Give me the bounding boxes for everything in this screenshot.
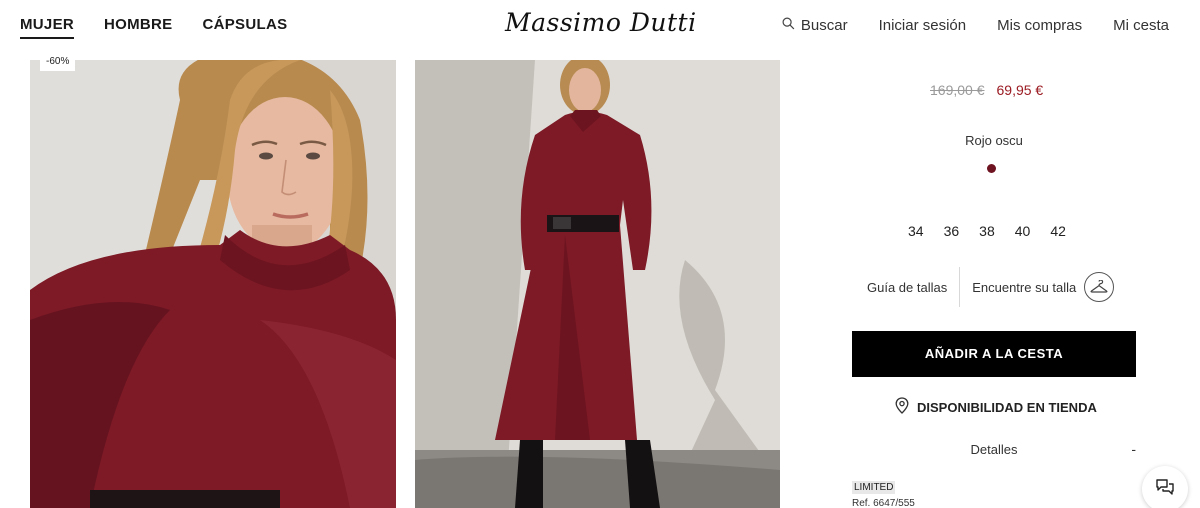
color-name: Rojo oscu [965, 133, 1023, 148]
search-icon [782, 17, 795, 34]
product-reference: Ref. 6647/555 [852, 498, 915, 508]
location-pin-icon [895, 397, 909, 417]
size-option[interactable]: 34 [908, 223, 924, 239]
sale-price: 69,95 € [996, 82, 1044, 98]
nav-capsulas[interactable]: CÁPSULAS [202, 16, 287, 39]
orders-link[interactable]: Mis compras [997, 17, 1082, 34]
add-to-cart-button[interactable]: AÑADIR A LA CESTA [852, 331, 1136, 377]
chat-icon [1155, 478, 1175, 501]
size-guide-link[interactable]: Guía de tallas [867, 280, 959, 295]
size-option[interactable]: 40 [1015, 223, 1031, 239]
product-image-fullbody[interactable] [415, 60, 780, 508]
search-label: Buscar [800, 17, 848, 34]
size-option[interactable]: 36 [944, 223, 960, 239]
size-option[interactable]: 38 [979, 223, 995, 239]
nav-hombre[interactable]: HOMBRE [104, 16, 172, 39]
price-row: 169,00 € 69,95 € [930, 82, 1043, 98]
discount-badge: -60% [40, 52, 76, 71]
old-price: 169,00 € [930, 82, 985, 98]
hanger-icon[interactable] [1084, 272, 1115, 302]
chat-button[interactable] [1142, 466, 1188, 508]
cart-link[interactable]: Mi cesta [1113, 17, 1169, 34]
brand-logo[interactable]: Massimo Dutti [505, 8, 697, 37]
collapse-icon[interactable]: - [1131, 441, 1136, 457]
store-availability-link[interactable]: DISPONIBILIDAD EN TIENDA [895, 397, 1097, 417]
details-accordion[interactable]: Detalles - [852, 441, 1136, 462]
size-guide-row: Guía de tallas Encuentre su talla [867, 267, 1115, 307]
nav-mujer[interactable]: MUJER [20, 16, 75, 39]
size-option[interactable]: 42 [1050, 223, 1066, 239]
main-nav: MUJER HOMBRE CÁPSULAS [20, 16, 287, 39]
site-header: MUJER HOMBRE CÁPSULAS Massimo Dutti Busc… [0, 0, 1200, 52]
login-link[interactable]: Iniciar sesión [879, 17, 967, 34]
search-button[interactable]: Buscar [782, 17, 848, 34]
product-image-closeup[interactable] [30, 60, 396, 508]
details-label: Detalles [970, 442, 1018, 457]
limited-tag: LIMITED [852, 481, 896, 494]
find-size-link[interactable]: Encuentre su talla [960, 280, 1084, 295]
user-nav: Buscar Iniciar sesión Mis compras Mi ces… [782, 17, 1169, 34]
size-selector: 34 36 38 40 42 [908, 223, 1066, 239]
store-availability-label: DISPONIBILIDAD EN TIENDA [917, 399, 1097, 415]
product-panel: 169,00 € 69,95 € Rojo oscu 34 36 38 40 4… [820, 60, 1200, 508]
color-swatch-selected[interactable] [987, 164, 996, 173]
